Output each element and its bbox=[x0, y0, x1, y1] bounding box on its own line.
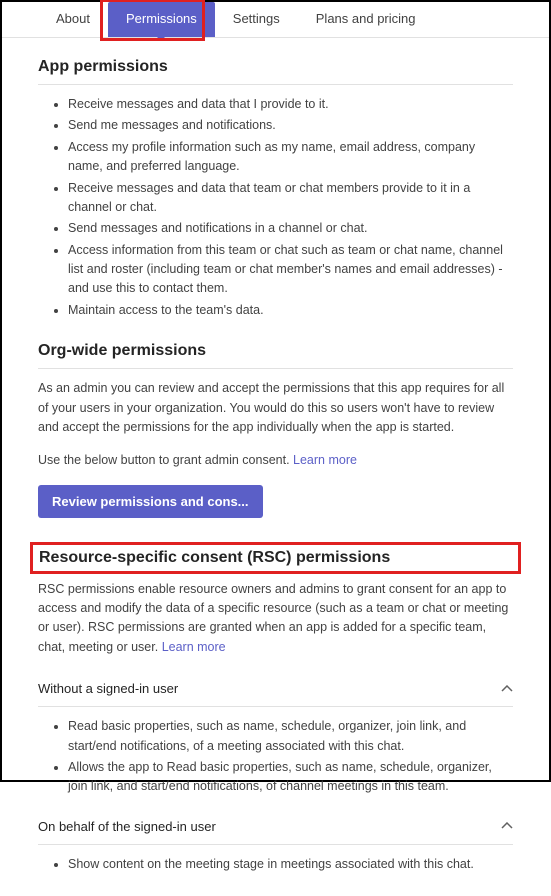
divider bbox=[38, 368, 513, 369]
rsc-heading: Resource-specific consent (RSC) permissi… bbox=[39, 549, 512, 567]
list-item: Receive messages and data that I provide… bbox=[68, 95, 513, 114]
list-item: Allows the app to Read basic properties,… bbox=[68, 758, 513, 797]
tab-settings[interactable]: Settings bbox=[215, 2, 298, 37]
learn-more-link[interactable]: Learn more bbox=[293, 453, 357, 467]
list-item: Read basic properties, such as name, sch… bbox=[68, 717, 513, 756]
tabs-container: About Permissions Settings Plans and pri… bbox=[2, 2, 549, 38]
tab-plans[interactable]: Plans and pricing bbox=[298, 2, 434, 37]
accordion-title: On behalf of the signed-in user bbox=[38, 819, 216, 834]
org-permissions-desc: As an admin you can review and accept th… bbox=[38, 379, 513, 437]
app-permissions-list: Receive messages and data that I provide… bbox=[38, 95, 513, 320]
review-permissions-button[interactable]: Review permissions and cons... bbox=[38, 485, 263, 518]
chevron-up-icon bbox=[501, 683, 513, 695]
list-item: Receive messages and data that team or c… bbox=[68, 179, 513, 218]
list-item: Access my profile information such as my… bbox=[68, 138, 513, 177]
tab-permissions[interactable]: Permissions bbox=[108, 2, 215, 37]
rsc-desc: RSC permissions enable resource owners a… bbox=[38, 580, 513, 658]
list-item: Send me messages and notifications. bbox=[68, 116, 513, 135]
accordion-onbehalf-user[interactable]: On behalf of the signed-in user bbox=[38, 809, 513, 845]
chevron-up-icon bbox=[501, 820, 513, 832]
list-item: Access information from this team or cha… bbox=[68, 241, 513, 299]
list-item: Send messages and notifications in a cha… bbox=[68, 219, 513, 238]
divider bbox=[38, 84, 513, 85]
rsc-desc-text: RSC permissions enable resource owners a… bbox=[38, 582, 508, 654]
grant-consent-text: Use the below button to grant admin cons… bbox=[38, 451, 513, 470]
tab-about[interactable]: About bbox=[38, 2, 108, 37]
accordion-without-user[interactable]: Without a signed-in user bbox=[38, 671, 513, 707]
content-area: App permissions Receive messages and dat… bbox=[2, 38, 549, 896]
grant-text: Use the below button to grant admin cons… bbox=[38, 453, 293, 467]
accordion-title: Without a signed-in user bbox=[38, 681, 178, 696]
accordion-content: Show content on the meeting stage in mee… bbox=[38, 855, 513, 874]
list-item: Show content on the meeting stage in mee… bbox=[68, 855, 513, 874]
list-item: Maintain access to the team's data. bbox=[68, 301, 513, 320]
highlight-box-rsc: Resource-specific consent (RSC) permissi… bbox=[30, 542, 521, 574]
accordion-content: Read basic properties, such as name, sch… bbox=[38, 717, 513, 797]
learn-more-link[interactable]: Learn more bbox=[162, 640, 226, 654]
org-permissions-heading: Org-wide permissions bbox=[38, 342, 513, 364]
app-permissions-heading: App permissions bbox=[38, 58, 513, 80]
